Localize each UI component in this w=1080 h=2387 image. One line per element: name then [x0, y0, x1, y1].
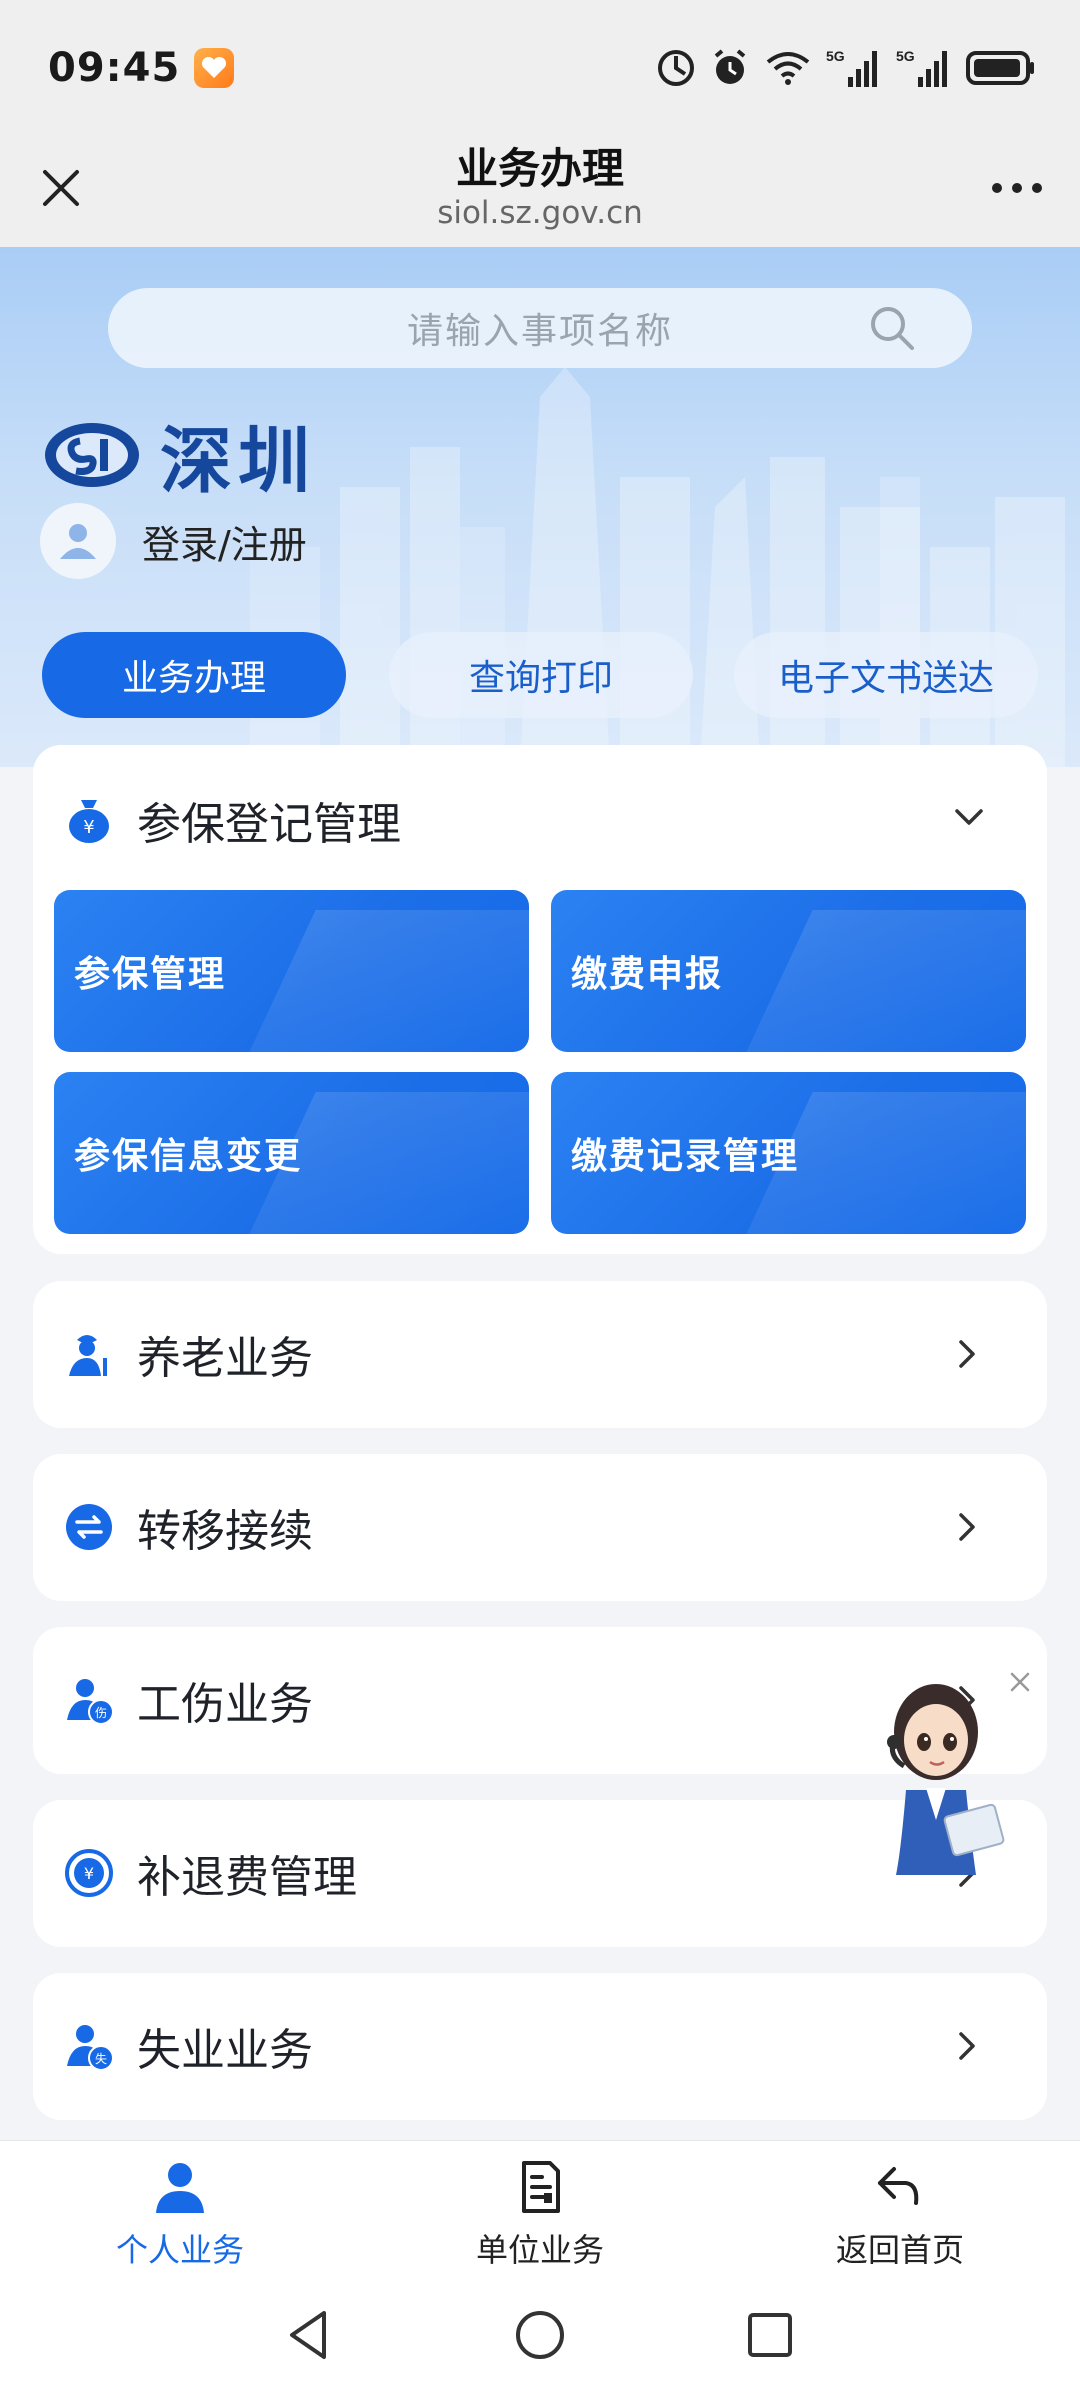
section-unemployment[interactable]: 失 失业业务	[33, 1973, 1047, 2120]
nav-label: 个人业务	[115, 2231, 244, 2269]
elderly-person-icon	[69, 1335, 107, 1376]
si-logo-icon	[45, 422, 139, 487]
tile-insurance-management[interactable]: 参保管理	[54, 890, 529, 1052]
section-header[interactable]: ¥ 参保登记管理	[63, 785, 401, 855]
status-icons: 5G 5G	[656, 47, 1036, 89]
section-header: 养老业务	[63, 1319, 313, 1389]
section-header: 伤 工伤业务	[63, 1665, 313, 1735]
login-register-link[interactable]: 登录/注册	[40, 503, 307, 579]
search-input[interactable]: 请输入事项名称	[108, 288, 972, 368]
tile-insurance-info-change[interactable]: 参保信息变更	[54, 1072, 529, 1234]
assistant-mascot[interactable]	[866, 1670, 1016, 1880]
title-bar: 业务办理 siol.sz.gov.cn	[0, 135, 1080, 247]
chevron-down-icon[interactable]	[949, 797, 989, 837]
tab-e-document[interactable]: 电子文书送达	[734, 632, 1038, 718]
money-bag-icon: ¥	[69, 800, 109, 843]
tile-payment-declaration[interactable]: 缴费申报	[551, 890, 1026, 1052]
nav-return-home[interactable]: 返回首页	[780, 2157, 1020, 2277]
document-icon	[522, 2161, 560, 2213]
login-label: 登录/注册	[142, 522, 307, 567]
signal-5g-icon: 5G	[896, 48, 947, 87]
section-header: ¥ 补退费管理	[63, 1838, 357, 1908]
svg-text:5G: 5G	[896, 48, 915, 64]
home-icon[interactable]	[510, 2305, 570, 2365]
section-title: 转移接续	[137, 1506, 313, 1557]
refund-icon: ¥	[65, 1849, 113, 1897]
chevron-right-icon	[959, 1340, 975, 1368]
tile-label: 参保信息变更	[74, 1136, 303, 1177]
hero-banner: 请输入事项名称 深圳 登录/注册 业务办理 查询打印 电子文书送达	[0, 247, 1080, 767]
app-badge-icon	[194, 47, 235, 88]
svg-text:¥: ¥	[84, 1864, 94, 1883]
svg-text:¥: ¥	[83, 817, 94, 838]
chevron-right-icon	[959, 1513, 975, 1541]
section-header: 转移接续	[63, 1492, 313, 1562]
svg-text:失: 失	[95, 2051, 107, 2066]
status-time: 09:45	[48, 44, 181, 91]
mascot-close-icon[interactable]	[1006, 1668, 1034, 1696]
nav-company-business[interactable]: 单位业务	[420, 2157, 660, 2277]
more-icon	[992, 183, 1042, 193]
tile-payment-record-management[interactable]: 缴费记录管理	[551, 1072, 1026, 1234]
battery-icon	[966, 50, 1034, 85]
more-button[interactable]	[982, 157, 1052, 219]
status-left: 09:45	[48, 44, 235, 91]
section-title: 工伤业务	[137, 1679, 313, 1730]
unemployment-person-icon: 失	[67, 2025, 114, 2071]
page-url: siol.sz.gov.cn	[437, 195, 643, 231]
avatar	[40, 503, 116, 579]
section-title: 参保登记管理	[137, 799, 401, 850]
svg-text:5G: 5G	[826, 48, 845, 64]
tab-business[interactable]: 业务办理	[42, 632, 346, 718]
section-insurance-registration: ¥ 参保登记管理 参保管理 缴费申报 参保信息变更 缴费记录管理	[33, 745, 1047, 1254]
recents-icon[interactable]	[740, 2305, 800, 2365]
shenzhen-logo: 深圳	[42, 402, 316, 507]
search-icon[interactable]	[868, 304, 916, 352]
nav-label: 返回首页	[835, 2231, 964, 2269]
nav-personal-business[interactable]: 个人业务	[60, 2157, 300, 2277]
bottom-nav: 个人业务 单位业务 返回首页	[0, 2140, 1080, 2280]
user-avatar-icon	[60, 524, 96, 559]
tile-label: 缴费记录管理	[571, 1136, 800, 1177]
alarm-icon	[714, 48, 746, 84]
status-bar: 09:45 5G 5G	[0, 0, 1080, 135]
nav-label: 单位业务	[475, 2231, 604, 2269]
return-icon	[878, 2167, 919, 2205]
signal-5g-icon: 5G	[826, 48, 877, 87]
section-title: 失业业务	[137, 2025, 313, 2076]
person-icon	[156, 2163, 204, 2213]
section-title: 补退费管理	[137, 1852, 357, 1903]
tab-query-print[interactable]: 查询打印	[389, 632, 693, 718]
tab-bar: 业务办理 查询打印 电子文书送达	[42, 632, 1042, 720]
tile-label: 缴费申报	[571, 954, 724, 995]
tile-label: 参保管理	[74, 954, 227, 995]
wifi-icon	[766, 51, 810, 85]
chevron-right-icon	[959, 2032, 975, 2060]
svg-text:伤: 伤	[95, 1706, 107, 1720]
section-pension[interactable]: 养老业务	[33, 1281, 1047, 1428]
transfer-icon	[66, 1504, 112, 1550]
section-header: 失 失业业务	[63, 2011, 313, 2081]
injury-person-icon: 伤	[67, 1679, 114, 1725]
back-icon[interactable]	[280, 2305, 340, 2365]
system-navigation-bar	[0, 2280, 1080, 2387]
section-title: 养老业务	[137, 1333, 313, 1384]
logo-text: 深圳	[160, 419, 317, 503]
section-transfer[interactable]: 转移接续	[33, 1454, 1047, 1601]
search-placeholder: 请输入事项名称	[406, 311, 673, 352]
page-title: 业务办理	[455, 144, 624, 193]
data-saver-icon	[658, 49, 694, 86]
